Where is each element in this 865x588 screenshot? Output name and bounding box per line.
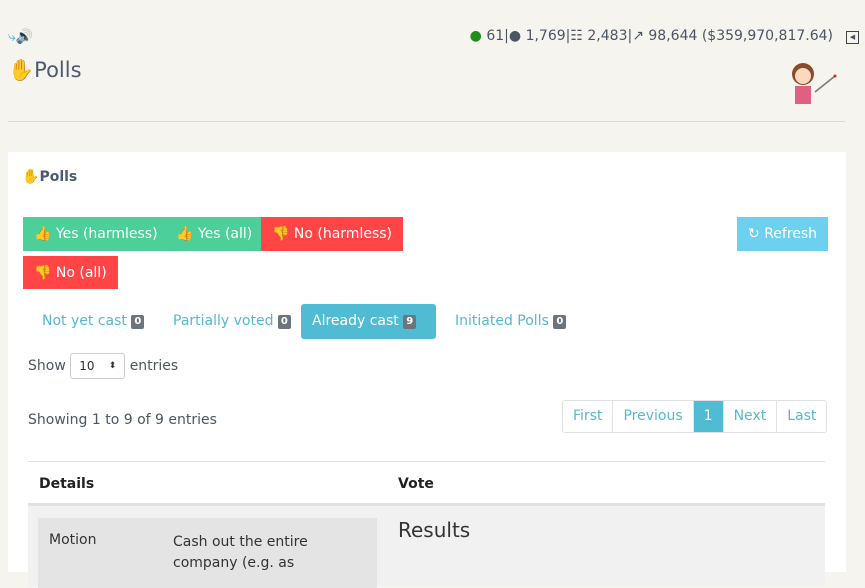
table-info: Showing 1 to 9 of 9 entries — [28, 412, 217, 428]
yes-harmless-button[interactable]: 👍 Yes (harmless) — [23, 217, 169, 251]
panel-title: ✋Polls — [22, 169, 78, 185]
divider — [8, 121, 845, 122]
tab-not-yet-cast[interactable]: Not yet cast 0 — [31, 304, 155, 339]
table-header: Details Vote — [28, 461, 825, 506]
thumbs-down-icon: 👎 — [34, 265, 52, 281]
refresh-button[interactable]: ↻ Refresh — [737, 217, 829, 251]
tab-already-cast[interactable]: Already cast 9 — [301, 304, 436, 339]
thumbs-down-icon: 👎 — [272, 226, 290, 242]
entries-select[interactable]: 10 ⬍ — [70, 353, 126, 379]
tab-initiated-polls[interactable]: Initiated Polls 0 — [444, 304, 577, 339]
page-last[interactable]: Last — [776, 401, 826, 432]
page-title: ✋Polls — [8, 58, 82, 82]
speaker-icon[interactable]: 🔊 — [16, 29, 33, 45]
hand-icon: ✋ — [8, 58, 35, 82]
collapse-icon[interactable]: ◀ — [846, 31, 859, 44]
user-icon: ● — [469, 28, 482, 44]
thumbs-up-icon: 👍 — [34, 226, 52, 242]
stats-bar: ● 61|● 1,769|☷ 2,483|↗ 98,644 ($359,970,… — [469, 28, 833, 44]
top-icons: ⤷🔊 — [8, 29, 33, 45]
no-harmless-button[interactable]: 👎 No (harmless) — [261, 217, 403, 251]
refresh-icon: ↻ — [748, 226, 760, 242]
page-1[interactable]: 1 — [692, 401, 723, 432]
col-details[interactable]: Details — [39, 476, 94, 492]
page-first[interactable]: First — [563, 401, 612, 432]
volume-value: 98,644 ($359,970,817.64) — [648, 28, 833, 44]
hand-icon: ✋ — [22, 169, 40, 185]
chart-line-icon: ↗ — [632, 28, 644, 44]
motion-text: Cash out the entire company (e.g. as — [173, 534, 308, 571]
sitemap-icon: ☷ — [570, 28, 583, 44]
tab-partially-voted[interactable]: Partially voted 0 — [162, 304, 302, 339]
no-all-button[interactable]: 👎 No (all) — [23, 256, 118, 289]
table-row: Motion Cash out the entire company (e.g.… — [28, 506, 825, 588]
online-count: 61 — [486, 28, 505, 44]
teacher-avatar — [792, 63, 837, 104]
members-count: 1,769 — [525, 28, 566, 44]
results-heading: Results — [398, 518, 471, 542]
page-previous[interactable]: Previous — [612, 401, 692, 432]
yes-all-button[interactable]: 👍 Yes (all) — [165, 217, 264, 251]
thumbs-up-icon: 👍 — [176, 226, 194, 242]
motion-label: Motion — [49, 532, 97, 548]
share-icon[interactable]: ⤷ — [8, 29, 16, 45]
col-vote[interactable]: Vote — [398, 476, 434, 492]
users-icon: ● — [508, 28, 522, 44]
page-next[interactable]: Next — [722, 401, 777, 432]
pagination: First Previous 1 Next Last — [562, 400, 828, 433]
network-count: 2,483 — [587, 28, 628, 44]
poll-details: Motion Cash out the entire company (e.g.… — [38, 518, 377, 588]
polls-panel: ✋Polls 👍 Yes (harmless) 👍 Yes (all) 👎 No… — [8, 152, 846, 588]
length-control: Show 10 ⬍ entries — [28, 353, 178, 379]
